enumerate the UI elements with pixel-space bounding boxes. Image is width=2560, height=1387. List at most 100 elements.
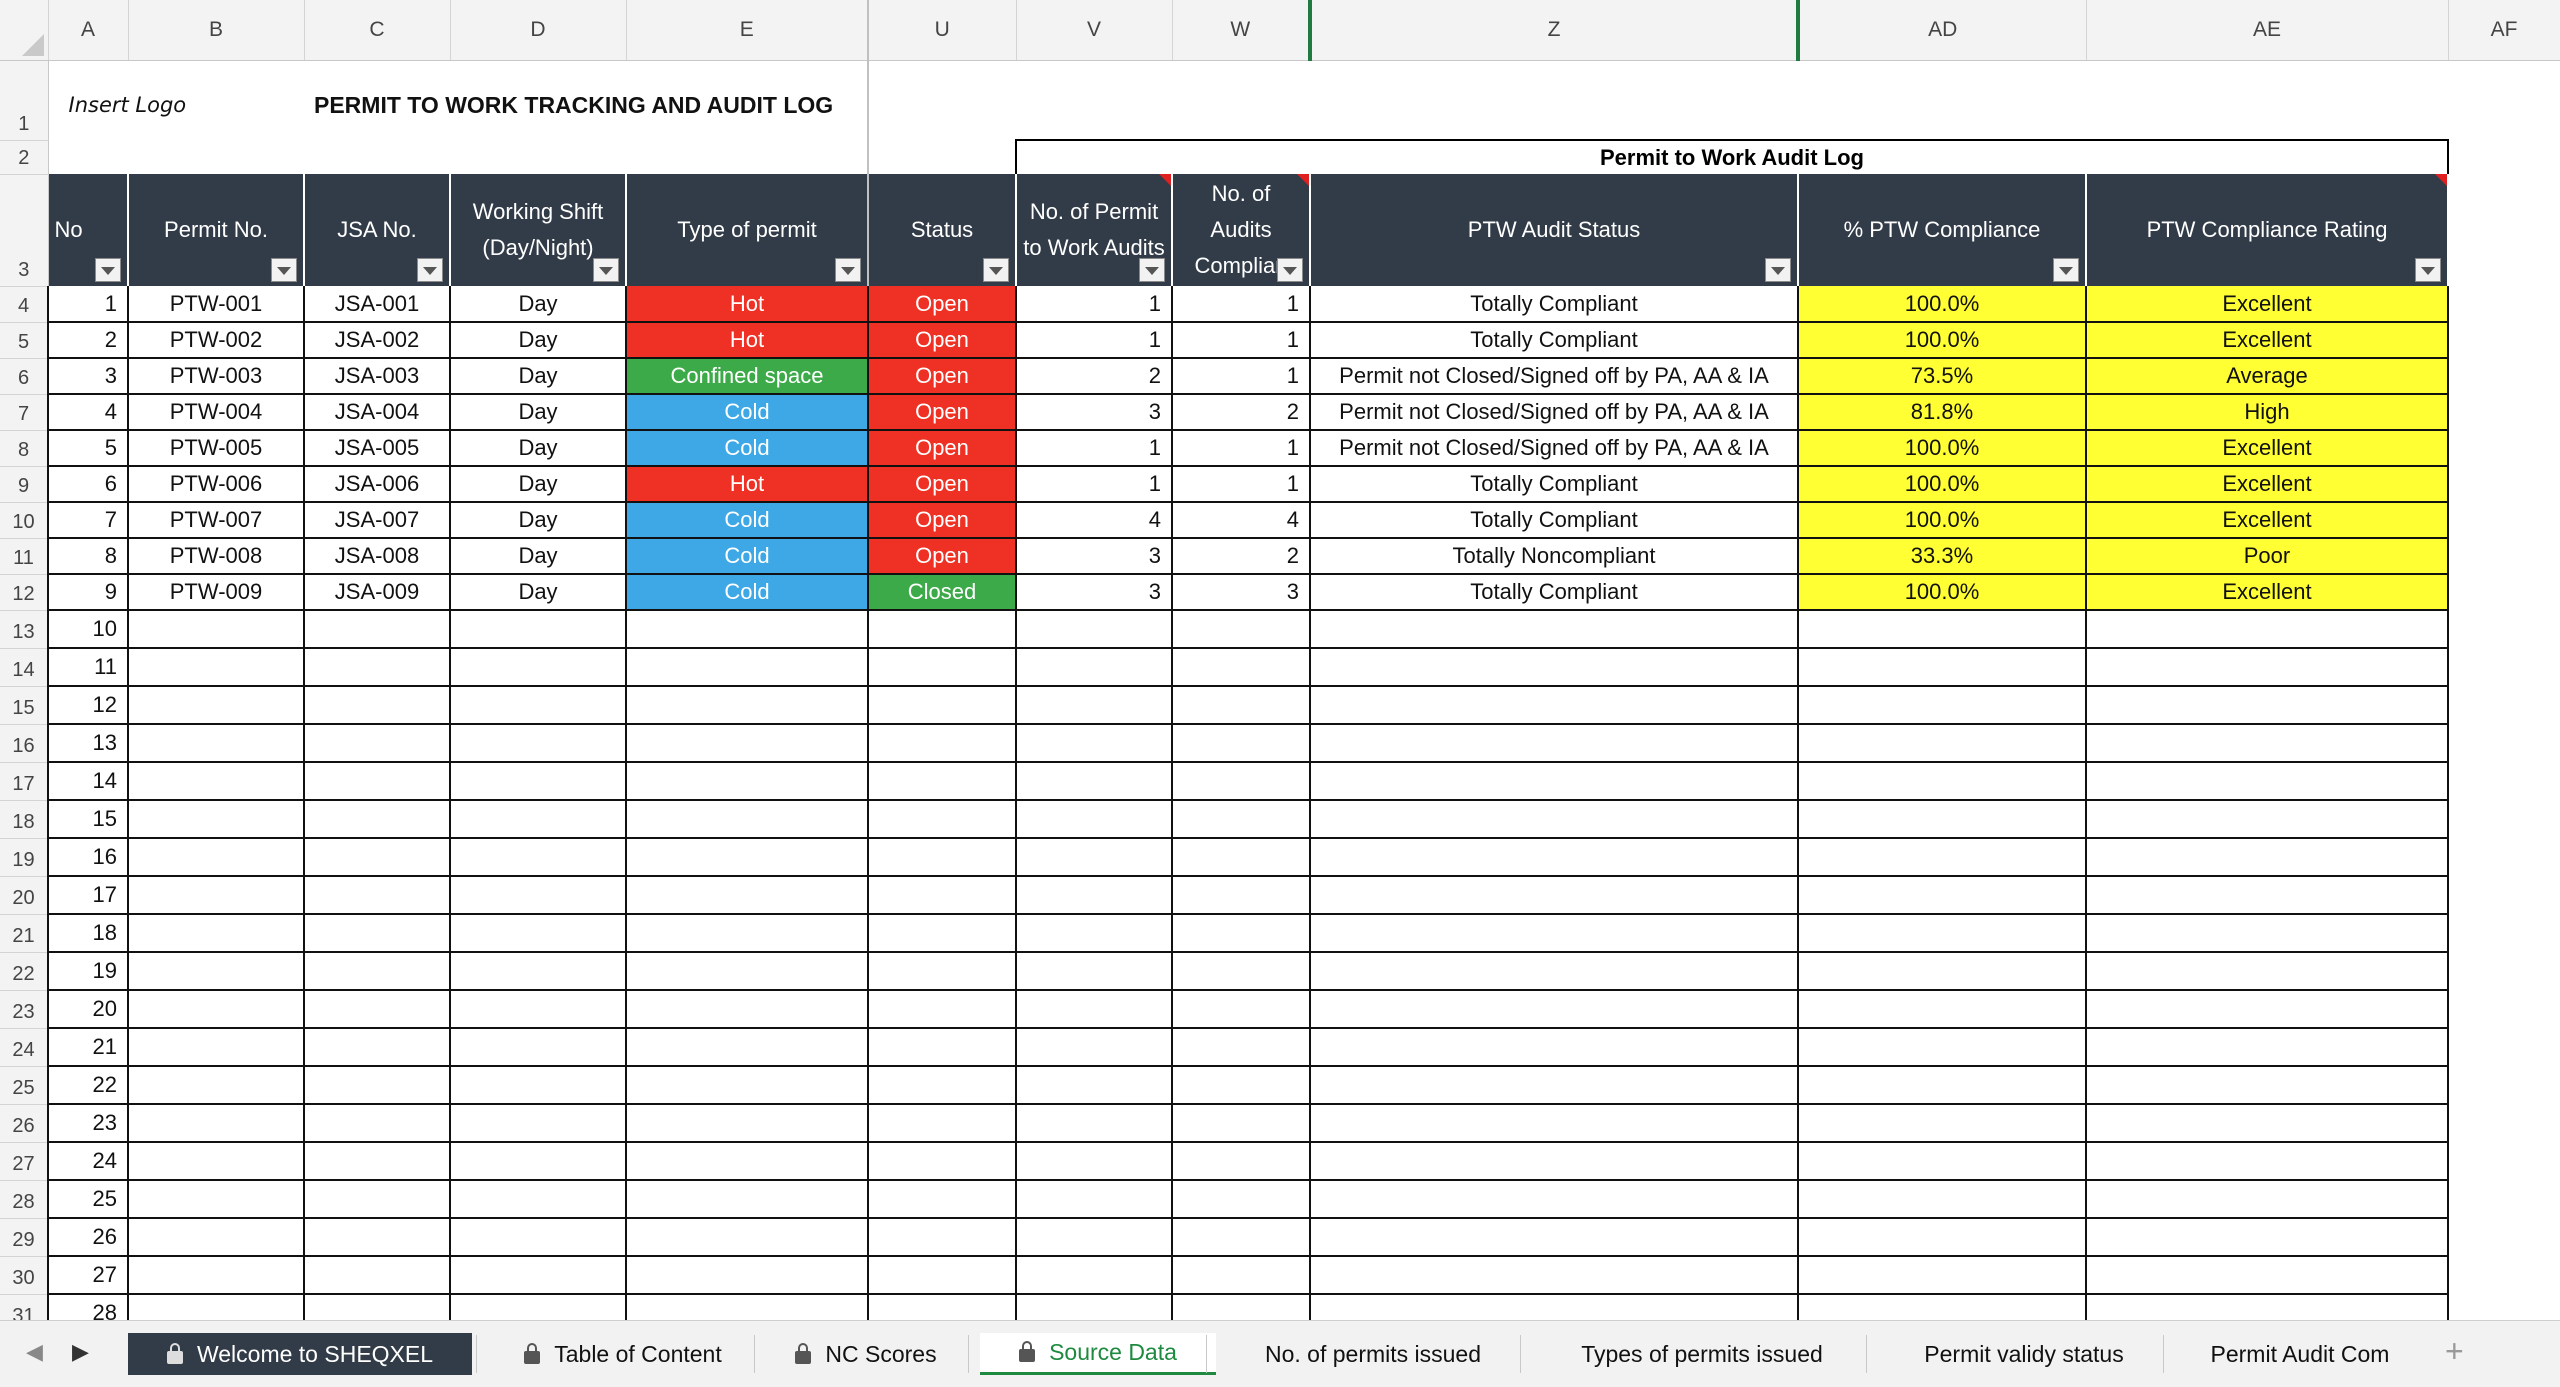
blank-cell[interactable] [2448, 1066, 2560, 1104]
filter-dropdown-icon[interactable] [95, 258, 121, 282]
cell-status[interactable]: Open [868, 322, 1017, 359]
empty-cell[interactable] [2086, 1028, 2449, 1067]
cell-jsa-no[interactable]: JSA-002 [304, 322, 451, 359]
cell-permit-type[interactable]: Confined space [626, 358, 869, 395]
row-header[interactable]: 4 [0, 286, 49, 323]
empty-cell[interactable] [2086, 1066, 2449, 1105]
empty-cell[interactable] [2086, 1142, 2449, 1181]
empty-cell[interactable] [1798, 876, 2087, 915]
cell-shift[interactable]: Day [450, 322, 627, 359]
empty-cell[interactable] [304, 1104, 451, 1143]
empty-cell[interactable] [2086, 1218, 2449, 1257]
cell-no[interactable]: 1 [47, 286, 129, 323]
empty-cell[interactable] [128, 1180, 305, 1219]
empty-cell[interactable] [1172, 1294, 1311, 1320]
cell-audit-status[interactable]: Totally Compliant [1310, 466, 1799, 503]
empty-cell[interactable] [626, 800, 869, 839]
empty-cell[interactable] [128, 838, 305, 877]
comment-indicator-icon[interactable] [1297, 174, 1308, 186]
empty-cell[interactable] [1172, 838, 1311, 877]
empty-cell[interactable] [1172, 1142, 1311, 1181]
empty-cell[interactable] [2086, 876, 2449, 915]
cell-no[interactable]: 8 [47, 538, 129, 575]
sheet-tab[interactable]: NC Scores [766, 1333, 966, 1375]
empty-cell[interactable] [626, 1218, 869, 1257]
cell-audits[interactable]: 4 [1016, 502, 1173, 539]
sheet-tab[interactable]: Types of permits issued [1532, 1333, 1872, 1375]
empty-cell[interactable] [304, 952, 451, 991]
cell-audits-compliant[interactable]: 1 [1172, 430, 1311, 467]
empty-cell[interactable] [128, 1294, 305, 1320]
cell-permit-no[interactable]: PTW-004 [128, 394, 305, 431]
empty-cell[interactable] [2086, 686, 2449, 725]
empty-cell[interactable] [868, 1142, 1017, 1181]
cell-audit-status[interactable]: Permit not Closed/Signed off by PA, AA &… [1310, 430, 1799, 467]
empty-cell[interactable] [868, 1256, 1017, 1295]
empty-cell[interactable] [128, 1104, 305, 1143]
empty-cell[interactable] [1016, 1066, 1173, 1105]
cell-audit-status[interactable]: Totally Compliant [1310, 286, 1799, 323]
filter-dropdown-icon[interactable] [271, 258, 297, 282]
cell-no[interactable]: 21 [47, 1028, 129, 1067]
cell-audits[interactable]: 1 [1016, 322, 1173, 359]
row-header[interactable]: 12 [0, 574, 49, 611]
blank-cell[interactable] [2448, 538, 2560, 574]
empty-cell[interactable] [626, 1142, 869, 1181]
cell-no[interactable]: 6 [47, 466, 129, 503]
empty-cell[interactable] [1310, 724, 1799, 763]
cell-no[interactable]: 11 [47, 648, 129, 687]
empty-cell[interactable] [1016, 686, 1173, 725]
empty-cell[interactable] [626, 1104, 869, 1143]
cell-audits-compliant[interactable]: 2 [1172, 538, 1311, 575]
cell-jsa-no[interactable]: JSA-004 [304, 394, 451, 431]
empty-cell[interactable] [304, 724, 451, 763]
cell-status[interactable]: Open [868, 538, 1017, 575]
cell-audit-status[interactable]: Totally Noncompliant [1310, 538, 1799, 575]
empty-cell[interactable] [626, 990, 869, 1029]
cell-no[interactable]: 26 [47, 1218, 129, 1257]
row-header[interactable]: 8 [0, 430, 49, 467]
empty-cell[interactable] [304, 1180, 451, 1219]
empty-cell[interactable] [2086, 1104, 2449, 1143]
row-header[interactable]: 10 [0, 502, 49, 539]
blank-cell[interactable] [2448, 1028, 2560, 1066]
empty-cell[interactable] [128, 724, 305, 763]
cell-no[interactable]: 22 [47, 1066, 129, 1105]
empty-cell[interactable] [450, 1218, 627, 1257]
empty-cell[interactable] [128, 648, 305, 687]
blank-cell[interactable] [2448, 648, 2560, 686]
row-header[interactable]: 25 [0, 1066, 49, 1105]
sheet-tab[interactable]: Permit Audit Com [2175, 1333, 2425, 1375]
row-header[interactable]: 14 [0, 648, 49, 687]
cell-permit-no[interactable]: PTW-007 [128, 502, 305, 539]
cell-permit-type[interactable]: Cold [626, 430, 869, 467]
empty-cell[interactable] [304, 800, 451, 839]
empty-cell[interactable] [128, 1256, 305, 1295]
cell-permit-no[interactable]: PTW-002 [128, 322, 305, 359]
cell-permit-type[interactable]: Cold [626, 394, 869, 431]
column-header[interactable]: E [626, 0, 869, 61]
cell-compliance-pct[interactable]: 73.5% [1798, 358, 2087, 395]
empty-cell[interactable] [1172, 914, 1311, 953]
empty-cell[interactable] [868, 648, 1017, 687]
column-header[interactable]: U [868, 0, 1017, 61]
empty-cell[interactable] [450, 838, 627, 877]
empty-cell[interactable] [1310, 990, 1799, 1029]
row-header[interactable]: 31 [0, 1294, 49, 1320]
cell-status[interactable]: Closed [868, 574, 1017, 611]
empty-cell[interactable] [2086, 952, 2449, 991]
empty-cell[interactable] [1172, 724, 1311, 763]
sheet-tab[interactable]: Source Data [980, 1333, 1216, 1375]
empty-cell[interactable] [1016, 1142, 1173, 1181]
empty-cell[interactable] [1172, 990, 1311, 1029]
empty-cell[interactable] [128, 914, 305, 953]
empty-cell[interactable] [2086, 838, 2449, 877]
empty-cell[interactable] [1016, 952, 1173, 991]
empty-cell[interactable] [304, 1218, 451, 1257]
empty-cell[interactable] [1172, 952, 1311, 991]
cell-no[interactable]: 18 [47, 914, 129, 953]
cell-audits[interactable]: 1 [1016, 430, 1173, 467]
empty-cell[interactable] [868, 800, 1017, 839]
empty-cell[interactable] [626, 1256, 869, 1295]
empty-cell[interactable] [1310, 838, 1799, 877]
